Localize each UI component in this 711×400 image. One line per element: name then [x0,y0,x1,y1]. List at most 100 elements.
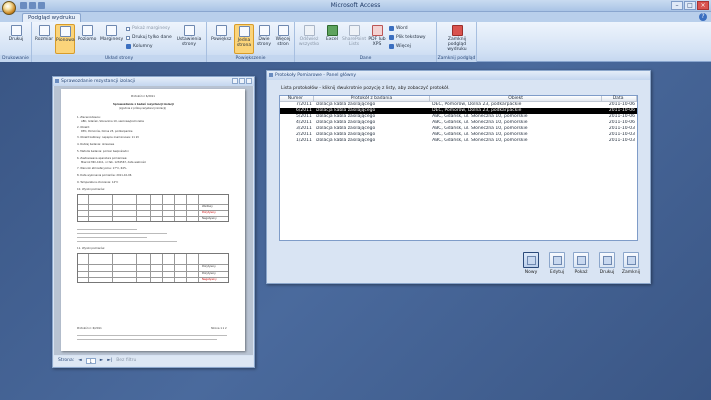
margins-button[interactable]: Marginesy [100,24,123,54]
doc-subheading2: (zgodnie z próbą rezystancji izolacji) [119,107,167,110]
columns-button[interactable]: Kolumny [126,44,152,49]
size-button[interactable]: Rozmiar [34,24,54,54]
report-close-button[interactable] [246,78,252,84]
close-preview-icon [451,25,463,36]
portrait-button[interactable]: Pionowa [55,24,75,54]
ribbon: Drukuj Drukowanie Rozmiar Pionowa Poziom… [0,22,711,62]
export-more-button[interactable]: Więcej [389,44,411,49]
first-page-button[interactable]: ◄ [78,356,81,366]
doc-item4: 4. Rodzaj badania: okresowe [77,143,115,146]
doc-item9: 9. Temperatura otoczenia: 14°C [77,181,119,184]
undo-icon[interactable] [29,2,36,9]
next-page-button[interactable]: ► [100,356,103,366]
printer-icon [10,25,22,36]
edit-icon [553,256,562,265]
preview-area[interactable]: Protokół nr 6/2011 Sprawozdanie z badań … [54,86,253,355]
column-header-date[interactable]: Data [602,96,637,101]
print-button[interactable]: Drukuj [6,24,26,54]
page-number-input[interactable]: 1 [85,358,96,364]
doc-table-2: Pozytywny Pozytywny Negatywny [77,253,229,283]
group-label-data: Dane [295,55,436,62]
show-button[interactable] [573,252,589,268]
export-sharepoint-button[interactable]: SharePoint Lists [342,24,366,54]
column-header-protocol[interactable]: Protokół z badania [314,96,431,101]
paper-size-icon [38,25,50,36]
doc-table2-status-3: Negatywny [202,278,217,281]
doc-table-1: Wadliwy Pozytywny Negatywny [77,194,229,222]
cell-number: 1/2011 [295,138,312,143]
group-label-close-preview: Zamknij podgląd [437,55,476,62]
close-button[interactable]: × [697,1,709,10]
cell-date: 2011-10-03 [608,138,636,143]
refresh-all-button[interactable]: Odśwież wszystko [298,24,320,54]
zoom-button[interactable]: Powiększ [211,24,231,54]
title-bar: Microsoft Access – □ × [0,0,711,12]
form-window-titlebar: Protokoły Pomiarowe - Panel główny [267,71,650,80]
ribbon-tab-row [0,12,711,22]
new-button[interactable] [523,252,539,268]
exit-door-icon [627,256,636,265]
main-panel-window: Protokoły Pomiarowe - Panel główny Lista… [266,70,651,284]
page-setup-icon [183,25,195,36]
sharepoint-icon [348,25,360,36]
group-close-preview: Zamknij podgląd wydruku Zamknij podgląd [437,22,477,62]
print-report-button[interactable] [599,252,615,268]
doc-item2-value: DEC, Pomorów, Dolna 23, podkarpackie [81,130,133,133]
doc-item6: 6. Zastosowana aparatura pomiarowa: [77,157,128,160]
doc-item7: 7. Warunki atmosferyczne: 17°C, 64% [77,167,127,170]
column-header-number[interactable]: Numer [280,96,314,101]
edit-button[interactable] [549,252,565,268]
column-header-object[interactable]: Obiekt [430,96,603,101]
report-window-controls [232,78,252,84]
filter-indicator[interactable]: Bez filtru [116,356,136,366]
doc-footer-left: Protokół nr: 6/2011 [77,327,102,330]
page-setup-button[interactable]: Ustawienia strony [174,24,204,54]
print-report-button-label: Drukuj [599,270,615,275]
help-icon[interactable]: ? [699,13,707,21]
page-nav-label: Strona: [58,358,75,363]
edit-button-label: Edytuj [549,270,565,275]
group-label-print: Drukowanie [0,55,31,62]
doc-item11: 11. Wyniki pomiarów: [77,247,105,250]
magnifier-icon [215,25,227,36]
last-page-button[interactable]: ►| [107,356,112,366]
doc-table2-status-2: Pozytywny [202,272,216,275]
group-label-page-layout: Układ strony [32,55,206,62]
word-icon [389,26,394,31]
doc-item2: 2. Obiekt: [77,126,90,129]
show-margins-checkbox[interactable]: Pokaż marginesy [126,26,170,31]
refresh-icon [303,25,315,36]
redo-icon[interactable] [38,2,45,9]
export-text-button[interactable]: Plik tekstowy [389,35,426,40]
save-icon[interactable] [20,2,27,9]
report-maximize-button[interactable] [239,78,245,84]
landscape-button[interactable]: Poziomo [77,24,97,54]
export-excel-button[interactable]: Excel [322,24,342,54]
office-button[interactable] [2,1,16,15]
export-word-button[interactable]: Word [389,26,408,31]
export-pdf-button[interactable]: PDF lub XPS [367,24,387,54]
close-form-button[interactable] [623,252,639,268]
group-zoom: Powiększ Jedna strona Dwie strony Więcej… [207,22,295,62]
two-pages-button[interactable]: Dwie strony [254,24,274,54]
print-data-only-checkbox[interactable]: Drukuj tylko dane [126,35,172,40]
close-preview-button[interactable]: Zamknij podgląd wydruku [440,24,474,54]
report-page: Protokół nr 6/2011 Sprawozdanie z badań … [61,89,245,351]
doc-heading: Protokół nr 6/2011 [131,95,155,98]
maximize-button[interactable]: □ [684,1,696,10]
one-page-button[interactable]: Jedna strona [234,24,254,54]
new-button-label: Nowy [524,270,538,275]
landscape-icon [81,25,93,36]
doc-table1-status-3: Negatywny [202,217,217,220]
report-icon [55,79,59,83]
doc-item8: 8. Data wykonania pomiarów: 2011-10-06 [77,174,132,177]
group-page-layout: Rozmiar Pionowa Poziomo Marginesy Pokaż … [32,22,207,62]
protocol-list[interactable]: Numer Protokół z badania Obiekt Data 7/2… [279,95,638,241]
report-preview-window: Sprawozdanie rezystancji izolacji Protok… [52,76,255,368]
one-page-icon [238,26,250,37]
list-item[interactable]: 1/2011 izolacja kabla zasilającego ABC, Gd… [280,138,637,144]
doc-subheading: Sprawozdanie z badań rezystancji izolacj… [113,103,174,106]
report-minimize-button[interactable] [232,78,238,84]
minimize-button[interactable]: – [671,1,683,10]
more-pages-button[interactable]: Więcej stron [273,24,293,54]
